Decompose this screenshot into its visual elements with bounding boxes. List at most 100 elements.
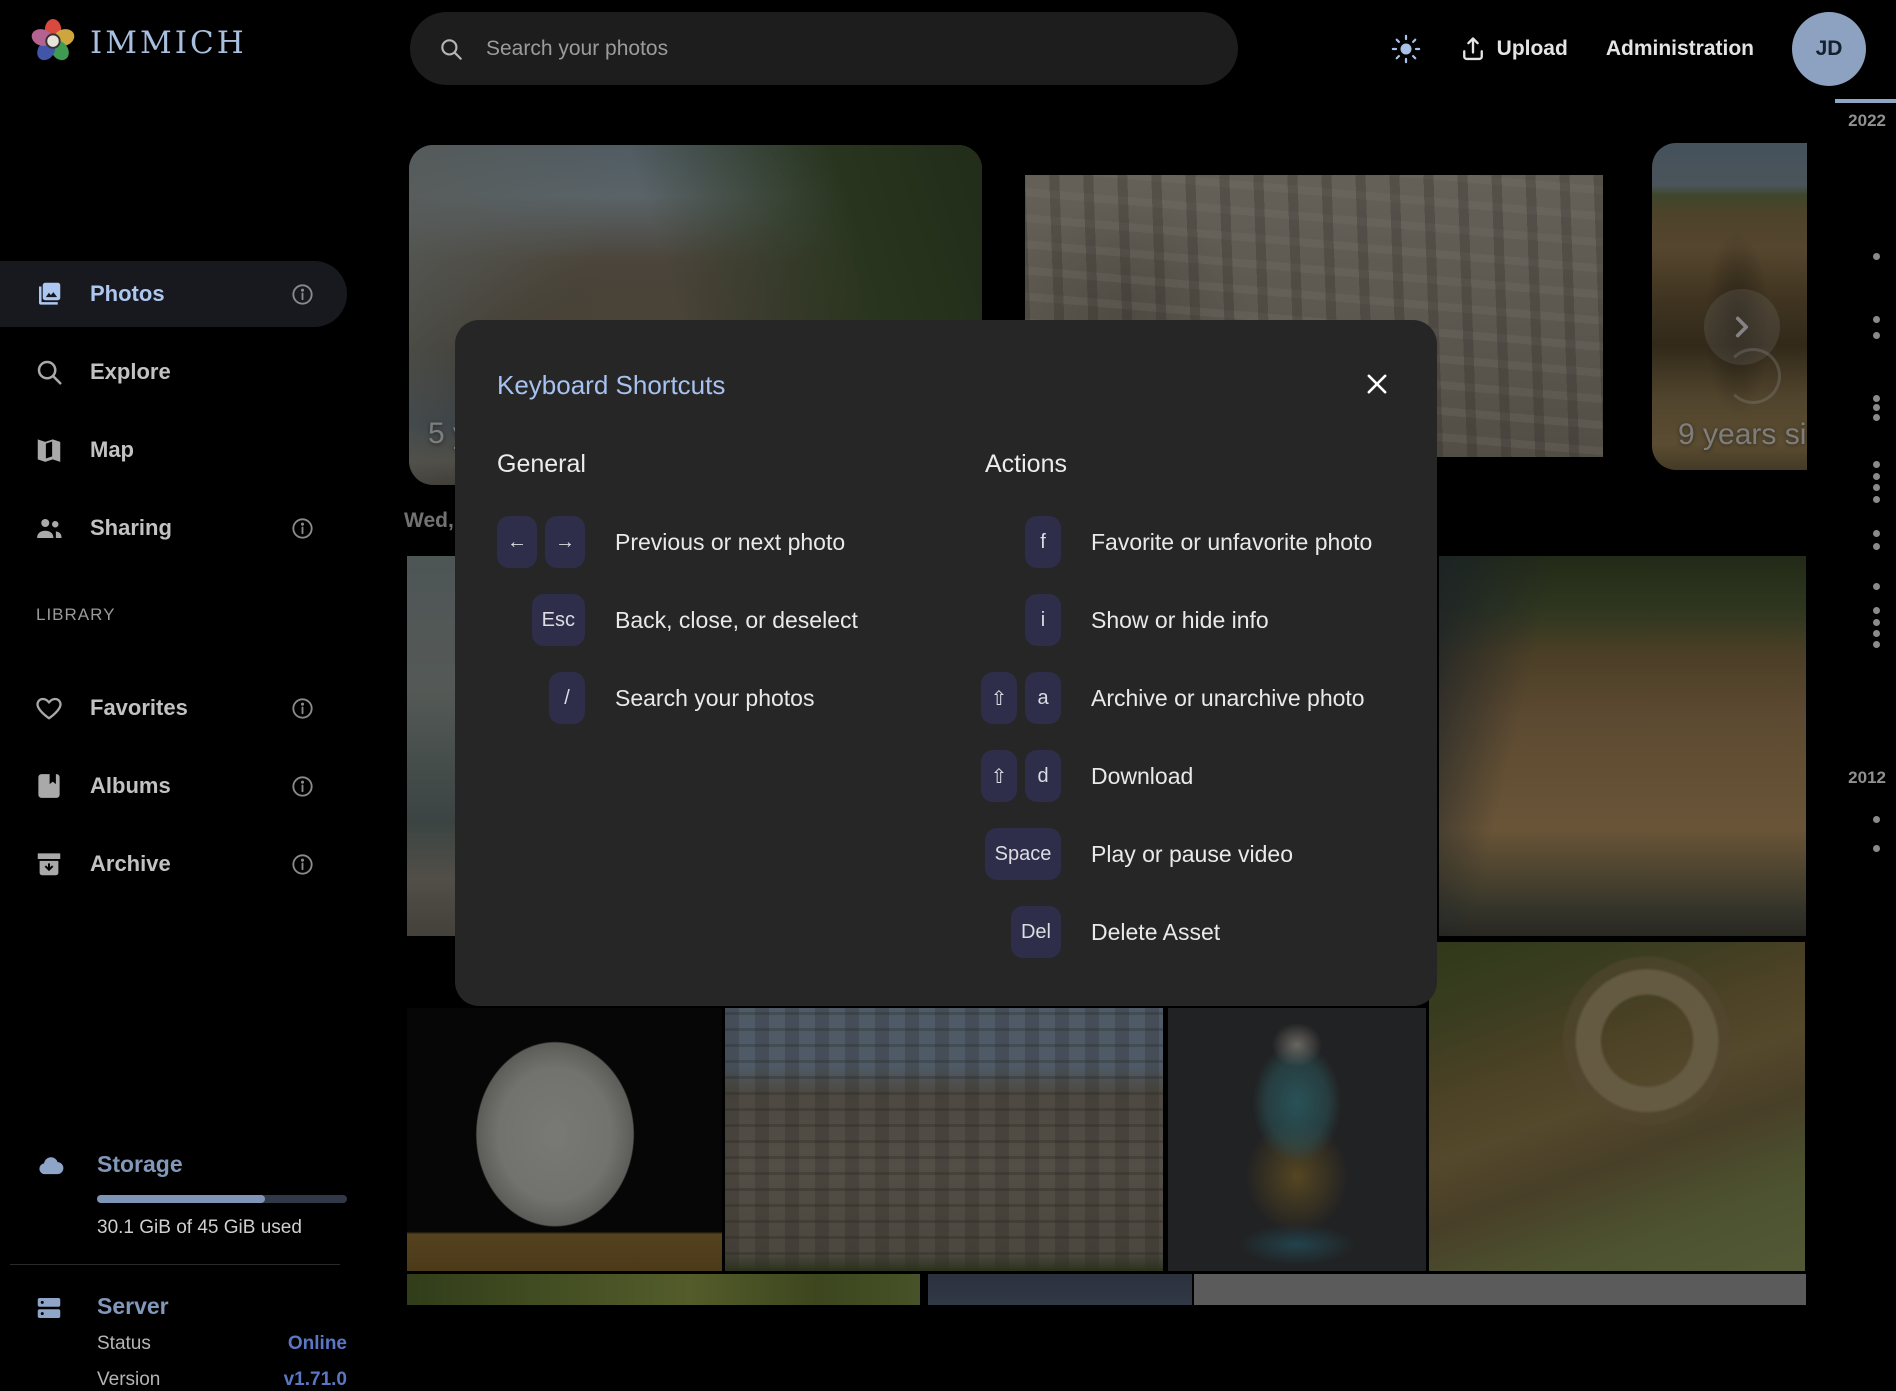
timeline-dot <box>1873 404 1880 411</box>
info-icon[interactable] <box>290 696 315 721</box>
timeline-dot <box>1873 496 1880 503</box>
storage-title: Storage <box>97 1151 183 1178</box>
keycap: / <box>549 672 585 724</box>
timeline-dot <box>1873 395 1880 402</box>
storage-progress-fill <box>97 1195 265 1203</box>
info-icon[interactable] <box>290 852 315 877</box>
info-icon[interactable] <box>290 282 315 307</box>
keyboard-shortcuts-modal: Keyboard Shortcuts General←→Previous or … <box>455 320 1437 1006</box>
shortcut-keys: i <box>985 594 1061 646</box>
info-icon[interactable] <box>290 774 315 799</box>
keycap: f <box>1025 516 1061 568</box>
shortcut-row: f Favorite or unfavorite photo <box>985 516 1415 568</box>
sidebar-item-albums[interactable]: Albums <box>0 753 347 819</box>
timeline-dot <box>1873 484 1880 491</box>
server-title: Server <box>97 1293 169 1320</box>
shortcut-description: Archive or unarchive photo <box>1091 685 1365 712</box>
sidebar-item-sharing[interactable]: Sharing <box>0 495 347 561</box>
sidebar-item-explore[interactable]: Explore <box>0 339 347 405</box>
heart-icon <box>34 693 64 723</box>
timeline-dot <box>1873 414 1880 421</box>
timeline-dot <box>1873 583 1880 590</box>
photos-icon <box>34 279 64 309</box>
theme-toggle-button[interactable] <box>1391 34 1421 64</box>
shortcut-row: / Search your photos <box>497 672 927 724</box>
shortcut-row: Del Delete Asset <box>985 906 1415 958</box>
timeline-dot <box>1873 607 1880 614</box>
timeline-dot <box>1873 543 1880 550</box>
sidebar-item-favorites[interactable]: Favorites <box>0 675 347 741</box>
keycap: a <box>1025 672 1061 724</box>
shortcut-keys: Space <box>985 828 1061 880</box>
shortcut-keys: / <box>497 672 585 724</box>
timeline-dot <box>1873 816 1880 823</box>
logo-text: IMMICH <box>90 25 247 61</box>
server-version-label: Version <box>97 1369 160 1391</box>
timeline-dot <box>1873 253 1880 260</box>
navbar-actions: Upload Administration JD <box>1391 0 1866 97</box>
timeline-dot <box>1873 473 1880 480</box>
keycap: Del <box>1011 906 1061 958</box>
shortcut-row: i Show or hide info <box>985 594 1415 646</box>
sidebar-item-map[interactable]: Map <box>0 417 347 483</box>
shortcuts-actions-column: Actions f Favorite or unfavorite photo i Sho… <box>985 450 1415 984</box>
user-avatar[interactable]: JD <box>1792 12 1866 86</box>
search-bar[interactable] <box>410 12 1238 85</box>
shortcut-description: Favorite or unfavorite photo <box>1091 529 1372 556</box>
shortcut-keys: ←→ <box>497 516 585 568</box>
shortcut-row: SpacePlay or pause video <box>985 828 1415 880</box>
storage-usage-text: 30.1 GiB of 45 GiB used <box>97 1217 302 1239</box>
immich-flower-icon <box>30 18 76 68</box>
close-icon[interactable] <box>1357 364 1397 404</box>
server-status-value: Online <box>288 1333 347 1355</box>
administration-link[interactable]: Administration <box>1606 37 1754 61</box>
upload-icon <box>1459 35 1487 63</box>
shortcut-description: Delete Asset <box>1091 919 1220 946</box>
shortcut-description: Show or hide info <box>1091 607 1269 634</box>
timeline-dot <box>1873 461 1880 468</box>
keycap: d <box>1025 750 1061 802</box>
upload-label: Upload <box>1497 37 1568 61</box>
server-icon <box>32 1293 70 1323</box>
upload-button[interactable]: Upload <box>1459 35 1568 63</box>
sidebar-item-archive[interactable]: Archive <box>0 831 347 897</box>
timeline-year-2022: 2022 <box>1848 111 1886 131</box>
immich-logo[interactable]: IMMICH <box>30 18 247 68</box>
shortcut-row: EscBack, close, or deselect <box>497 594 927 646</box>
keycap: ← <box>497 516 537 568</box>
timeline-dot <box>1873 641 1880 648</box>
shortcuts-section-heading: Actions <box>985 450 1415 480</box>
storage-progress-bar <box>97 1195 347 1203</box>
archive-icon <box>34 849 64 879</box>
timeline-dot <box>1873 316 1880 323</box>
shortcut-keys: ⇧d <box>985 750 1061 802</box>
info-icon[interactable] <box>290 516 315 541</box>
shortcut-description: Download <box>1091 763 1193 790</box>
shortcuts-section-heading: General <box>497 450 927 480</box>
shortcut-row: ⇧a Archive or unarchive photo <box>985 672 1415 724</box>
timeline-year-2012: 2012 <box>1848 768 1886 788</box>
album-icon <box>34 771 64 801</box>
search-input[interactable] <box>484 36 1210 62</box>
keycap: i <box>1025 594 1061 646</box>
immich-app: IMMICH <box>0 0 1896 1329</box>
timeline-scrubber[interactable]: 2022 2012 <box>1806 97 1896 1329</box>
shortcut-keys: f <box>985 516 1061 568</box>
library-section-header: LIBRARY <box>36 605 115 625</box>
shortcut-keys: Del <box>985 906 1061 958</box>
shortcut-description: Search your photos <box>615 685 814 712</box>
shortcut-description: Previous or next photo <box>615 529 845 556</box>
keycap: → <box>545 516 585 568</box>
sidebar-item-photos[interactable]: Photos <box>0 261 347 327</box>
timeline-dot <box>1873 630 1880 637</box>
shortcut-keys: ⇧a <box>985 672 1061 724</box>
keycap: ⇧ <box>981 672 1017 724</box>
server-status-label: Status <box>97 1333 151 1355</box>
scrubber-position-indicator <box>1835 99 1896 103</box>
map-icon <box>34 435 64 465</box>
search-icon <box>438 36 464 62</box>
timeline-dot <box>1873 845 1880 852</box>
sharing-icon <box>34 513 64 543</box>
shortcut-row: ⇧d Download <box>985 750 1415 802</box>
shortcuts-general-column: General ←→ Previous or next photo EscBack, … <box>497 450 927 750</box>
